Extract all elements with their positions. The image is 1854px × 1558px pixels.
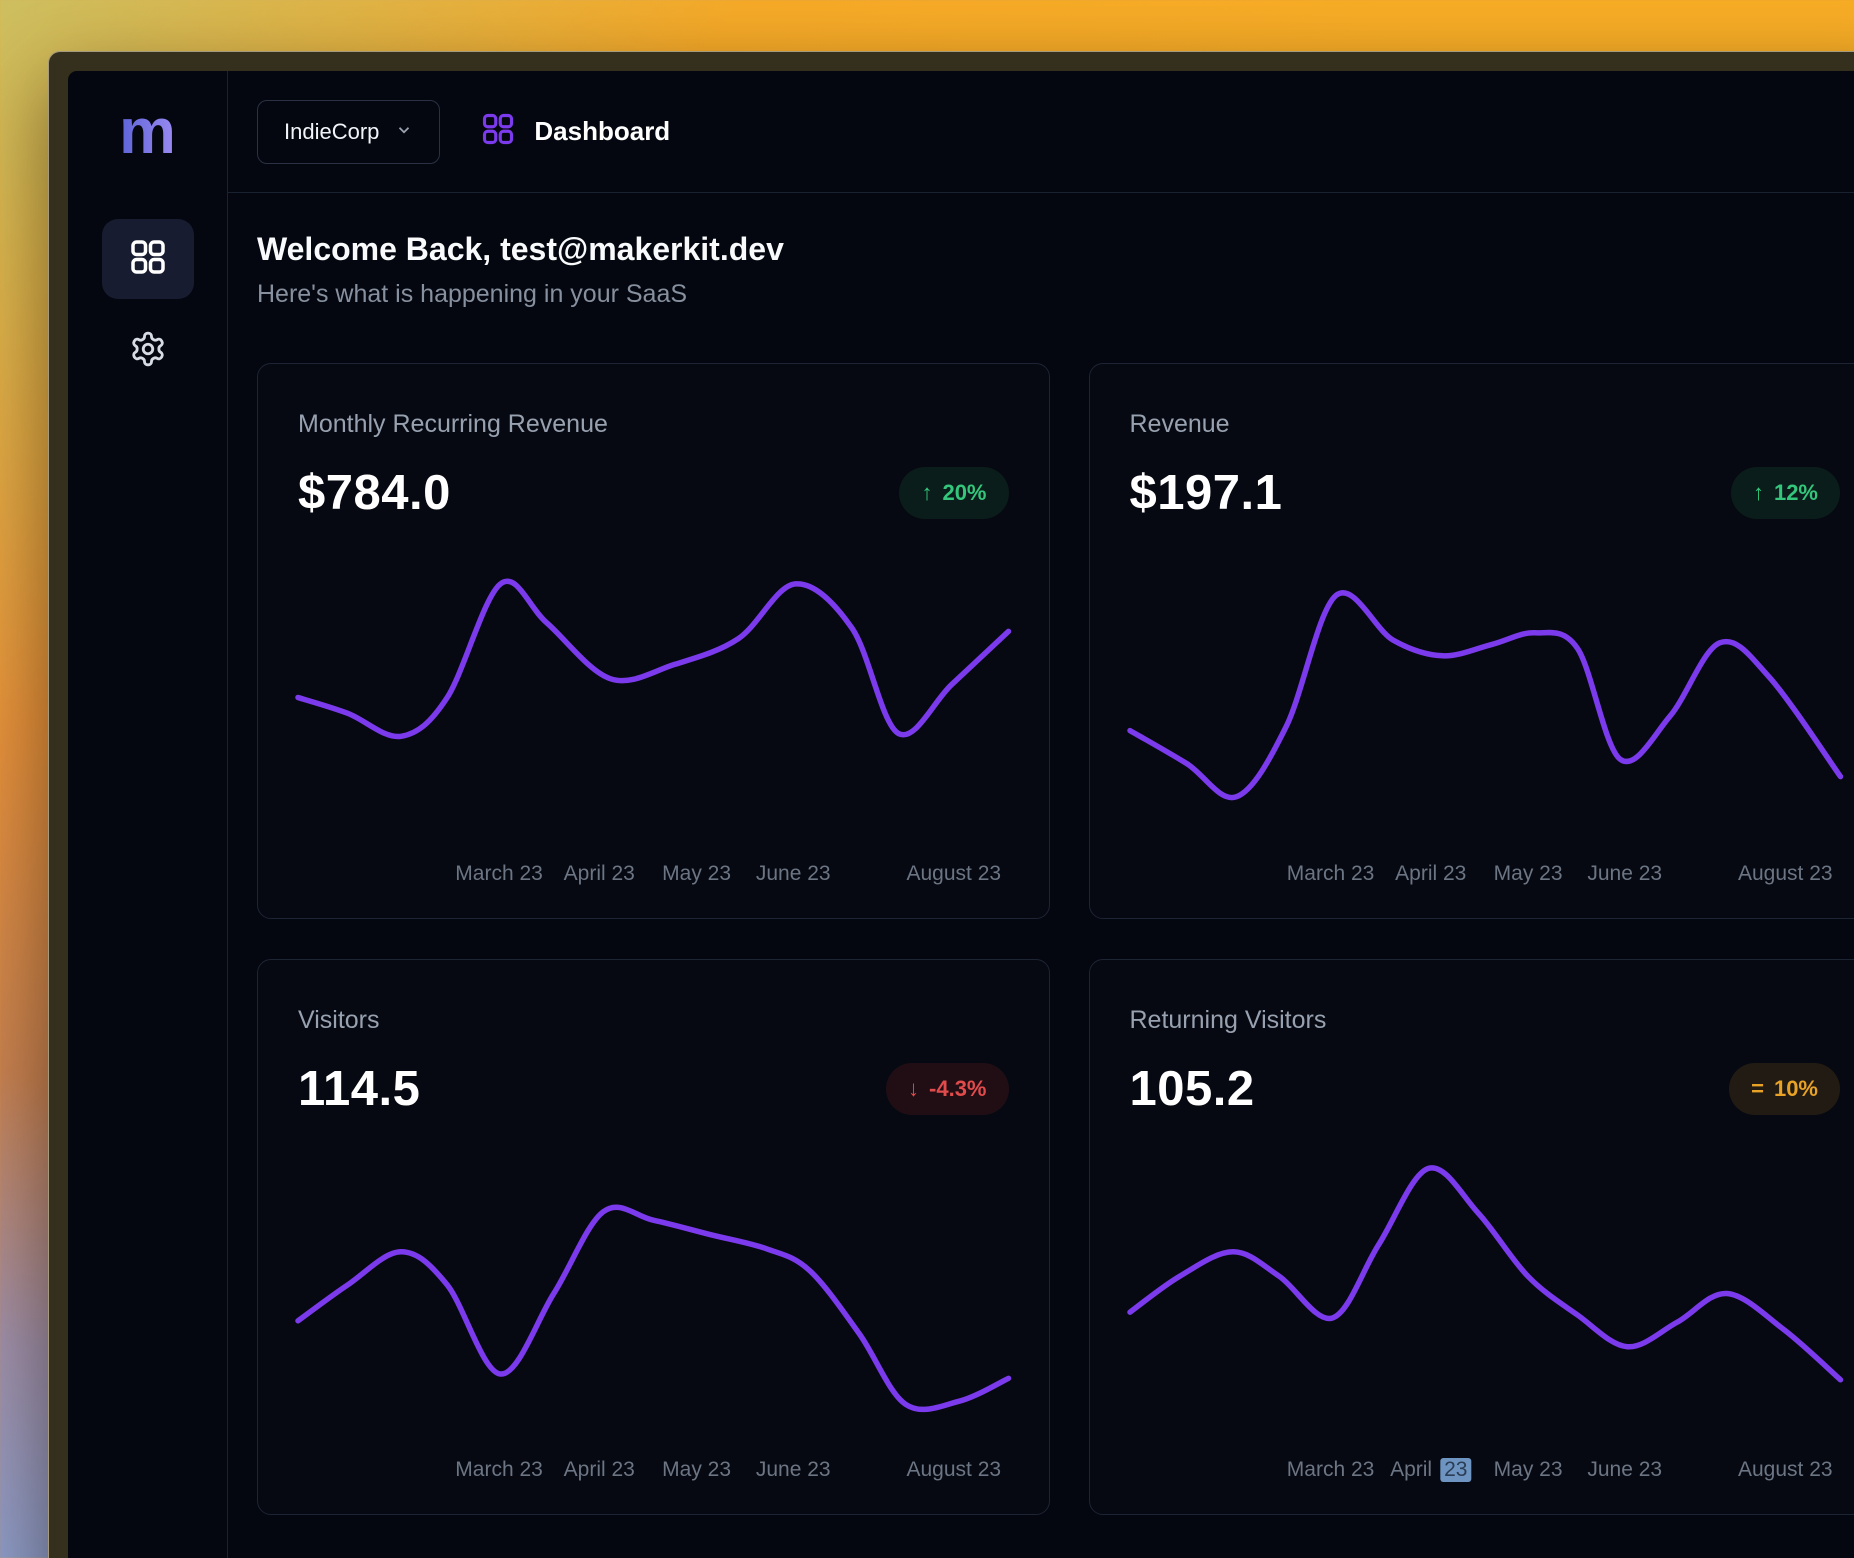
chevron-down-icon: [395, 119, 413, 145]
arrow-up-icon: ↑: [1753, 482, 1764, 504]
team-selector-label: IndieCorp: [284, 119, 379, 145]
page-title: Dashboard: [534, 116, 670, 147]
gear-icon: [129, 330, 167, 373]
sidebar-item-settings[interactable]: [124, 327, 172, 375]
metric-value: $197.1: [1130, 465, 1283, 521]
trend-badge-value: -4.3%: [929, 1076, 986, 1102]
x-axis-ticks: March 23 April 23 May 23 June 23 August 23: [298, 1458, 1009, 1488]
welcome-title: Welcome Back, test@makerkit.dev: [257, 231, 1854, 268]
x-axis-tick: April 23: [564, 1458, 635, 1482]
x-axis-tick: August 23: [906, 862, 1001, 886]
metric-card-returning-visitors: Returning Visitors 105.2 = 10% March 23 A…: [1089, 959, 1854, 1515]
trend-badge: ↑ 12%: [1731, 467, 1840, 519]
x-axis-tick: March 23: [1287, 862, 1375, 886]
x-axis-tick: June 23: [1587, 1458, 1662, 1482]
value-row: $784.0 ↑ 20%: [298, 465, 1009, 521]
x-axis-tick: May 23: [1494, 1458, 1563, 1482]
card-title: Returning Visitors: [1130, 1006, 1841, 1035]
x-axis-tick: May 23: [662, 1458, 731, 1482]
x-axis-tick: March 23: [1287, 1458, 1375, 1482]
equals-icon: =: [1751, 1078, 1764, 1100]
line-chart-mrr: [298, 545, 1009, 850]
trend-badge-value: 20%: [942, 480, 986, 506]
trend-badge: = 10%: [1729, 1063, 1840, 1115]
sidebar: m: [68, 71, 228, 1558]
dashboard-content: Welcome Back, test@makerkit.dev Here's w…: [228, 193, 1854, 1558]
trend-badge: ↑ 20%: [899, 467, 1008, 519]
x-axis-ticks: March 23 April23 May 23 June 23 August 23: [1130, 1458, 1841, 1488]
main-area: IndieCorp Dashboard: [228, 71, 1854, 1558]
metric-card-revenue: Revenue $197.1 ↑ 12% March 23 April 23 May…: [1089, 363, 1854, 919]
line-chart-revenue: [1130, 545, 1841, 850]
x-axis-tick: June 23: [756, 862, 831, 886]
x-axis-tick: May 23: [1494, 862, 1563, 886]
trend-badge: ↓ -4.3%: [886, 1063, 1008, 1115]
topbar: IndieCorp Dashboard: [228, 71, 1854, 193]
arrow-down-icon: ↓: [908, 1078, 919, 1100]
x-axis-tick: June 23: [756, 1458, 831, 1482]
x-axis-tick: March 23: [455, 1458, 543, 1482]
metric-card-mrr: Monthly Recurring Revenue $784.0 ↑ 20% M…: [257, 363, 1050, 919]
metric-value: 114.5: [298, 1061, 420, 1117]
x-axis-tick: March 23: [455, 862, 543, 886]
value-row: 105.2 = 10%: [1130, 1061, 1841, 1117]
x-axis-tick: August 23: [906, 1458, 1001, 1482]
metric-value: $784.0: [298, 465, 451, 521]
grid-icon: [128, 237, 168, 282]
line-chart-returning-visitors: [1130, 1141, 1841, 1446]
card-title: Visitors: [298, 1006, 1009, 1035]
x-axis-tick: April 23: [1395, 862, 1466, 886]
sidebar-item-dashboard[interactable]: [102, 219, 194, 299]
selected-text-chip: 23: [1440, 1458, 1471, 1482]
metric-card-visitors: Visitors 114.5 ↓ -4.3% March 23April 23M…: [257, 959, 1050, 1515]
x-axis-tick: August 23: [1738, 862, 1833, 886]
metrics-grid: Monthly Recurring Revenue $784.0 ↑ 20% M…: [257, 363, 1854, 1515]
trend-badge-value: 10%: [1774, 1076, 1818, 1102]
trend-badge-value: 12%: [1774, 480, 1818, 506]
x-axis-tick: August 23: [1738, 1458, 1833, 1482]
value-row: $197.1 ↑ 12%: [1130, 465, 1841, 521]
card-title: Monthly Recurring Revenue: [298, 410, 1009, 439]
metric-value: 105.2: [1130, 1061, 1255, 1117]
app-window: m: [48, 51, 1854, 1558]
x-axis-tick: April 23: [564, 862, 635, 886]
team-selector-button[interactable]: IndieCorp: [257, 100, 440, 164]
line-chart-visitors: [298, 1141, 1009, 1446]
x-axis-ticks: March 23 April 23 May 23 June 23 August 23: [1130, 862, 1841, 892]
value-row: 114.5 ↓ -4.3%: [298, 1061, 1009, 1117]
x-axis-tick: May 23: [662, 862, 731, 886]
card-title: Revenue: [1130, 410, 1841, 439]
welcome-subtitle: Here's what is happening in your SaaS: [257, 280, 1854, 309]
page-indicator-dashboard[interactable]: Dashboard: [480, 111, 670, 152]
grid-icon: [480, 111, 516, 152]
x-axis-ticks: March 23 April 23 May 23 June 23 August 23: [298, 862, 1009, 892]
x-axis-tick: April23: [1390, 1458, 1471, 1482]
x-axis-tick: June 23: [1587, 862, 1662, 886]
arrow-up-icon: ↑: [921, 482, 932, 504]
app-surface: m: [68, 71, 1854, 1558]
makerkit-logo: m: [119, 99, 176, 163]
